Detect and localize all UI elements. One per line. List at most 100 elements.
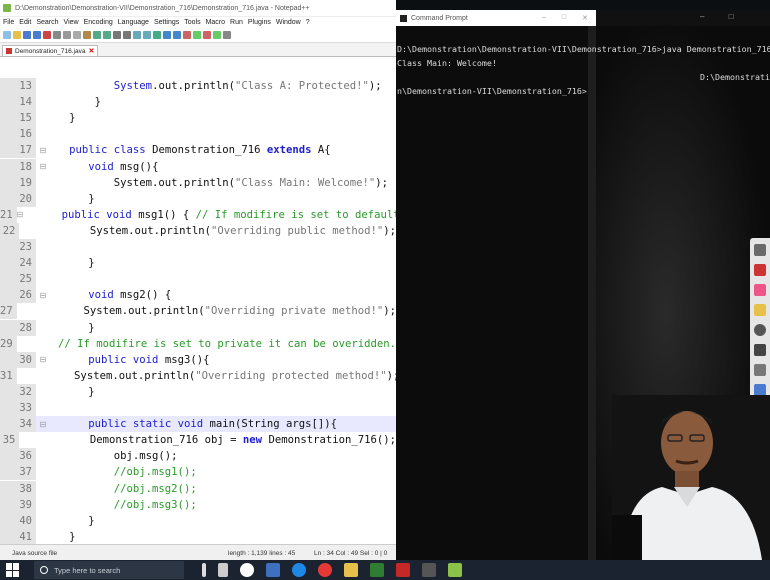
paste-icon[interactable] xyxy=(83,31,91,39)
menu-window[interactable]: Window xyxy=(276,19,301,26)
fold-marker[interactable]: ⊟ xyxy=(36,162,50,171)
code-line[interactable]: 27 System.out.println("Overriding privat… xyxy=(0,303,396,320)
close-icon[interactable]: ✕ xyxy=(582,14,588,22)
code-line[interactable]: 13 System.out.println("Class A: Protecte… xyxy=(0,78,396,95)
open-file-icon[interactable] xyxy=(13,31,21,39)
line-icon[interactable] xyxy=(754,364,766,376)
fold-marker[interactable]: ⊟ xyxy=(36,146,50,155)
code-line[interactable]: 36 obj.msg(); xyxy=(0,448,396,465)
code-line[interactable]: 17 ⊟ public class Demonstration_716 exten… xyxy=(0,142,396,159)
menu-macro[interactable]: Macro xyxy=(206,19,225,26)
replace-icon[interactable] xyxy=(123,31,131,39)
code-line[interactable]: 25 xyxy=(0,271,396,288)
pointer-icon[interactable] xyxy=(754,324,766,336)
menu-tools[interactable]: Tools xyxy=(184,19,200,26)
cmd-scrollbar[interactable] xyxy=(588,26,596,560)
maximize-icon[interactable]: □ xyxy=(562,14,566,22)
zoom-in-icon[interactable] xyxy=(133,31,141,39)
code-editor[interactable]: 13 System.out.println("Class A: Protecte… xyxy=(0,78,396,545)
code-line[interactable]: 19 System.out.println("Class Main: Welco… xyxy=(0,174,396,191)
menu-settings[interactable]: Settings xyxy=(154,19,179,26)
eraser-icon[interactable] xyxy=(754,284,766,296)
start-button[interactable] xyxy=(6,563,20,577)
cut-icon[interactable] xyxy=(63,31,71,39)
task-view-icon[interactable] xyxy=(218,563,228,577)
code-line[interactable]: 39 //obj.msg3(); xyxy=(0,496,396,513)
code-line[interactable]: 28 } xyxy=(0,319,396,336)
wrap-icon[interactable] xyxy=(163,31,171,39)
save-all-icon[interactable] xyxy=(33,31,41,39)
indent-guide-icon[interactable] xyxy=(173,31,181,39)
redo-icon[interactable] xyxy=(103,31,111,39)
copy-icon[interactable] xyxy=(73,31,81,39)
laser-icon[interactable] xyxy=(754,344,766,356)
menu-help[interactable]: ? xyxy=(306,19,310,26)
code-line[interactable]: 26 ⊟ void msg2() { xyxy=(0,287,396,304)
folder-icon[interactable] xyxy=(344,563,358,577)
fold-marker[interactable]: ⊟ xyxy=(17,210,24,219)
code-line[interactable]: 18 ⊟ void msg(){ xyxy=(0,158,396,175)
code-line[interactable]: 14 } xyxy=(0,94,396,111)
code-line[interactable]: 32 } xyxy=(0,383,396,400)
code-line[interactable]: 41 } xyxy=(0,528,396,545)
menu-encoding[interactable]: Encoding xyxy=(84,19,113,26)
code-line[interactable]: 15 } xyxy=(0,110,396,127)
find-icon[interactable] xyxy=(113,31,121,39)
code-line[interactable]: 35 Demonstration_716 obj = new Demonstra… xyxy=(0,432,396,449)
fold-marker[interactable]: ⊟ xyxy=(36,355,50,364)
cmd-titlebar[interactable]: Command Prompt – □ ✕ xyxy=(396,10,596,26)
close-icon[interactable] xyxy=(43,31,51,39)
code-line[interactable]: 37 //obj.msg1(); xyxy=(0,464,396,481)
maximize-icon[interactable]: □ xyxy=(729,12,734,21)
minimize-icon[interactable]: – xyxy=(542,14,546,22)
menu-language[interactable]: Language xyxy=(118,19,149,26)
code-line[interactable]: 30 ⊟ public void msg3(){ xyxy=(0,351,396,368)
code-line[interactable]: 21 ⊟ public void msg1() { // If modifire … xyxy=(0,206,396,223)
zoom-out-icon[interactable] xyxy=(143,31,151,39)
whiteboard-icon[interactable] xyxy=(754,244,766,256)
menu-run[interactable]: Run xyxy=(230,19,243,26)
code-line[interactable]: 34 ⊟ public static void main(String args[… xyxy=(0,416,396,433)
menu-file[interactable]: File xyxy=(3,19,14,26)
run-macro-icon[interactable] xyxy=(213,31,221,39)
notepad-titlebar[interactable]: D:\Demonstration\Demonstration-VII\Demon… xyxy=(0,0,396,17)
tab-close-icon[interactable]: ✕ xyxy=(88,47,94,55)
code-line[interactable]: 22 System.out.println("Overriding public… xyxy=(0,222,396,239)
file-explorer-icon[interactable] xyxy=(266,563,280,577)
code-line[interactable]: 16 xyxy=(0,126,396,143)
menu-search[interactable]: Search xyxy=(36,19,58,26)
code-line[interactable]: 24 } xyxy=(0,255,396,272)
edge-icon[interactable] xyxy=(292,563,306,577)
chrome-icon[interactable] xyxy=(318,563,332,577)
code-line[interactable]: 23 xyxy=(0,239,396,256)
record-macro-icon[interactable] xyxy=(183,31,191,39)
stop-macro-icon[interactable] xyxy=(203,31,211,39)
highlighter-icon[interactable] xyxy=(754,304,766,316)
sync-icon[interactable] xyxy=(153,31,161,39)
app-icon[interactable] xyxy=(448,563,462,577)
save-icon[interactable] xyxy=(23,31,31,39)
menu-view[interactable]: View xyxy=(64,19,79,26)
code-line[interactable]: 29 // If modifire is set to private it c… xyxy=(0,335,396,352)
pdf-icon[interactable] xyxy=(396,563,410,577)
cortana-icon[interactable] xyxy=(240,563,254,577)
command-prompt-icon[interactable] xyxy=(422,563,436,577)
code-line[interactable]: 38 //obj.msg2(); xyxy=(0,480,396,497)
taskbar-search[interactable]: Type here to search xyxy=(34,561,184,579)
tab-demonstration-716[interactable]: Demonstration_716.java ✕ xyxy=(2,45,99,56)
fold-marker[interactable]: ⊟ xyxy=(36,420,50,429)
fold-marker[interactable]: ⊟ xyxy=(36,291,50,300)
minimize-icon[interactable]: – xyxy=(700,12,704,21)
menu-edit[interactable]: Edit xyxy=(19,19,31,26)
code-line[interactable]: 40 } xyxy=(0,512,396,529)
print-icon[interactable] xyxy=(53,31,61,39)
save-macro-icon[interactable] xyxy=(223,31,231,39)
play-macro-icon[interactable] xyxy=(193,31,201,39)
microphone-icon[interactable] xyxy=(202,563,206,577)
code-line[interactable]: 31 System.out.println("Overriding protec… xyxy=(0,367,396,384)
new-file-icon[interactable] xyxy=(3,31,11,39)
code-line[interactable]: 20 } xyxy=(0,190,396,207)
menu-plugins[interactable]: Plugins xyxy=(248,19,271,26)
undo-icon[interactable] xyxy=(93,31,101,39)
code-line[interactable]: 33 xyxy=(0,400,396,417)
